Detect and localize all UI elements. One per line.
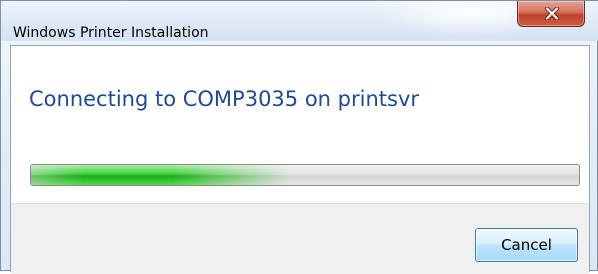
title-bar[interactable]: Windows Printer Installation bbox=[1, 1, 598, 41]
cancel-button[interactable]: Cancel bbox=[475, 228, 578, 262]
progress-fill bbox=[31, 165, 289, 185]
dialog-content: Connecting to COMP3035 on printsvr Cance… bbox=[10, 45, 590, 274]
close-button[interactable] bbox=[517, 1, 585, 27]
close-icon bbox=[545, 7, 559, 20]
printer-install-dialog: Windows Printer Installation Connecting … bbox=[0, 0, 598, 274]
progress-bar bbox=[30, 164, 580, 186]
button-footer: Cancel bbox=[11, 203, 589, 274]
main-instruction: Connecting to COMP3035 on printsvr bbox=[29, 87, 420, 111]
window-title: Windows Printer Installation bbox=[13, 25, 209, 41]
